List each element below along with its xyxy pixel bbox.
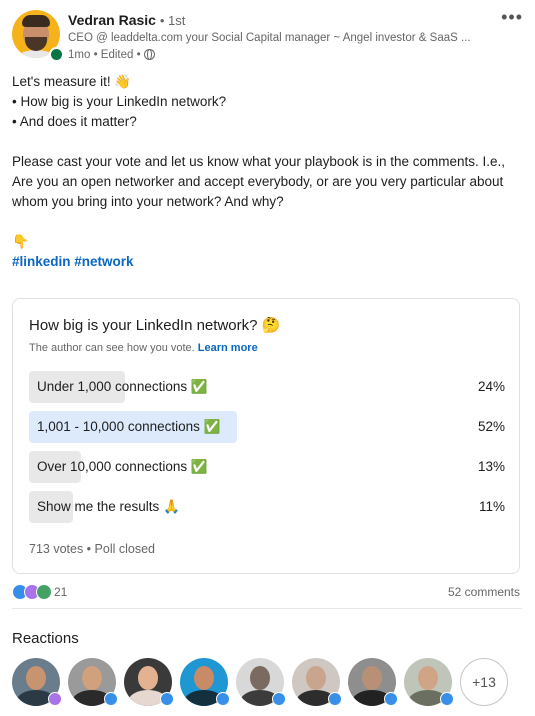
poll-option[interactable]: Under 1,000 connections ✅ 24%	[29, 371, 505, 403]
post-line: Let's measure it! 👋	[12, 74, 132, 89]
poll-footer: 713 votes • Poll closed	[29, 542, 155, 556]
reactor-avatar[interactable]	[12, 658, 62, 706]
post-time: 1mo • Edited •	[68, 49, 141, 61]
poll-question: How big is your LinkedIn network? 🤔	[29, 317, 281, 334]
like-icon	[328, 692, 342, 706]
post-header: Vedran Rasic • 1st CEO @ leaddelta.com y…	[12, 8, 523, 66]
like-icon	[216, 692, 230, 706]
poll-option-percent: 11%	[478, 499, 505, 514]
more-reactors-button[interactable]: +13	[460, 658, 508, 706]
poll-note: The author can see how you vote. Learn m…	[29, 342, 258, 354]
poll-option-label: Show me the results 🙏	[37, 499, 180, 514]
reactor-avatar[interactable]	[292, 658, 342, 706]
poll-option-label: Under 1,000 connections ✅	[37, 379, 208, 394]
reactor-avatar[interactable]	[124, 658, 174, 706]
comments-count[interactable]: 52 comments	[448, 585, 520, 599]
online-status-icon	[49, 47, 64, 62]
like-icon	[160, 692, 174, 706]
like-icon	[104, 692, 118, 706]
post-paragraph: Please cast your vote and let us know wh…	[12, 154, 506, 209]
hashtags: #linkedin #network	[12, 252, 527, 272]
connection-degree: • 1st	[159, 13, 186, 28]
hashtag-link[interactable]: #linkedin	[12, 254, 71, 269]
author-name-row: Vedran Rasic • 1st	[68, 12, 185, 28]
divider	[12, 608, 522, 609]
poll-card: How big is your LinkedIn network? 🤔 The …	[12, 298, 520, 574]
poll-option-percent: 52%	[477, 419, 505, 434]
poll-option-percent: 13%	[477, 459, 505, 474]
post-body: Let's measure it! 👋 • How big is your Li…	[12, 72, 527, 272]
social-counts: 21 52 comments	[12, 584, 520, 602]
author-name[interactable]: Vedran Rasic	[68, 12, 156, 28]
post-meta: 1mo • Edited •	[68, 49, 155, 61]
reactors-list: +13	[12, 658, 527, 708]
reactor-avatar[interactable]	[348, 658, 398, 706]
hashtag-link[interactable]: #network	[74, 254, 133, 269]
more-options-icon[interactable]: •••	[501, 8, 523, 26]
learn-more-link[interactable]: Learn more	[198, 342, 258, 354]
post-line: • How big is your LinkedIn network?	[12, 94, 227, 109]
reactor-avatar[interactable]	[236, 658, 286, 706]
celebrate-icon	[36, 584, 52, 600]
like-icon	[384, 692, 398, 706]
poll-option[interactable]: 1,001 - 10,000 connections ✅ 52%	[29, 411, 505, 443]
poll-option[interactable]: Over 10,000 connections ✅ 13%	[29, 451, 505, 483]
poll-note-text: The author can see how you vote.	[29, 342, 195, 354]
reactor-avatar[interactable]	[68, 658, 118, 706]
poll-option[interactable]: Show me the results 🙏 11%	[29, 491, 505, 523]
reactor-avatar[interactable]	[180, 658, 230, 706]
reaction-count[interactable]: 21	[54, 585, 67, 599]
globe-icon	[143, 49, 155, 60]
pointing-down-icon: 👇	[12, 234, 29, 249]
post-line: • And does it matter?	[12, 114, 137, 129]
like-icon	[272, 692, 286, 706]
author-headline: CEO @ leaddelta.com your Social Capital …	[68, 32, 471, 44]
poll-option-label: 1,001 - 10,000 connections ✅	[37, 419, 221, 434]
poll-option-percent: 24%	[477, 379, 505, 394]
reactor-avatar[interactable]	[404, 658, 454, 706]
reactions-title: Reactions	[12, 630, 79, 647]
curious-icon	[48, 692, 62, 706]
like-icon	[440, 692, 454, 706]
poll-option-label: Over 10,000 connections ✅	[37, 459, 208, 474]
